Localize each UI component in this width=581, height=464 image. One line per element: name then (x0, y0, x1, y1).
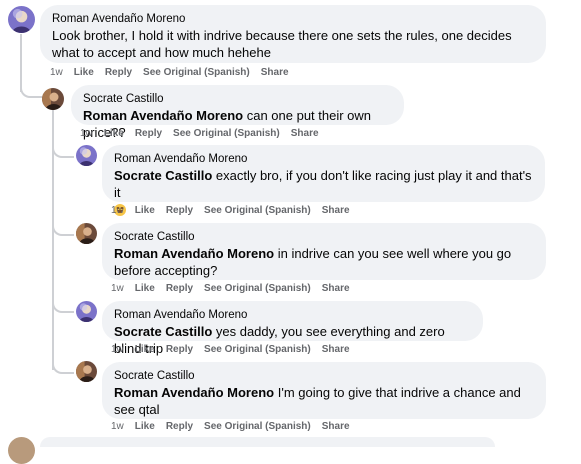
comment-author[interactable]: Socrate Castillo (114, 369, 534, 384)
mention-link[interactable]: Roman Avendaño Moreno (114, 385, 274, 400)
comment-text: Roman Avendaño Moreno I'm going to give … (114, 385, 521, 417)
comment-author[interactable]: Roman Avendaño Moreno (114, 152, 533, 167)
share-button[interactable]: Share (291, 128, 319, 139)
reply-button[interactable]: Reply (105, 67, 132, 78)
timestamp[interactable]: 1w (50, 67, 63, 78)
like-button[interactable]: Like (74, 67, 94, 78)
comment-text: Look brother, I hold it with indrive bec… (52, 28, 512, 60)
mention-link[interactable]: Socrate Castillo (114, 168, 212, 183)
see-original-link[interactable]: See Original (Spanish) (204, 205, 311, 216)
comment-bubble: Roman Avendaño Moreno Socrate Castillo y… (102, 301, 483, 356)
share-button[interactable]: Share (261, 67, 289, 78)
avatar-socrate[interactable] (76, 223, 97, 244)
avatar-roman[interactable] (8, 6, 35, 33)
reply-button[interactable]: Reply (166, 205, 193, 216)
thread-line-main (20, 34, 22, 92)
reply-button[interactable]: Reply (166, 421, 193, 432)
like-button[interactable]: Like (135, 344, 155, 355)
thread-line-main-curve (20, 86, 42, 98)
see-original-link[interactable]: See Original (Spanish) (204, 421, 311, 432)
reply-button[interactable]: Reply (166, 283, 193, 294)
like-button[interactable]: Like (135, 421, 155, 432)
avatar-socrate[interactable] (42, 88, 64, 110)
comment-author[interactable]: Roman Avendaño Moreno (114, 308, 471, 323)
reply-button[interactable]: Reply (135, 128, 162, 139)
comment-bubble: Socrate Castillo Roman Avendaño Moreno I… (102, 362, 546, 419)
like-button[interactable]: Like (135, 205, 155, 216)
comment-actions: 1w Like Reply See Original (Spanish) Share (111, 205, 361, 217)
avatar-socrate[interactable] (76, 361, 97, 382)
like-button[interactable]: Like (135, 283, 155, 294)
like-button[interactable]: Like (104, 128, 124, 139)
avatar-roman[interactable] (76, 145, 97, 166)
timestamp[interactable]: 1w (80, 128, 93, 139)
thread-line-reply-4 (52, 360, 74, 374)
comment-author[interactable]: Socrate Castillo (83, 92, 392, 107)
comment-actions: 1w Like Reply See Original (Spanish) Share (50, 67, 300, 79)
avatar-roman[interactable] (76, 301, 97, 322)
comment-bubble: Roman Avendaño Moreno Socrate Castillo e… (102, 145, 545, 216)
share-button[interactable]: Share (322, 205, 350, 216)
mention-link[interactable]: Socrate Castillo (114, 324, 212, 339)
see-original-link[interactable]: See Original (Spanish) (204, 283, 311, 294)
comment-actions: 1w Like Reply See Original (Spanish) Share (80, 128, 330, 140)
comment-bubble: Socrate Castillo Roman Avendaño Moreno c… (71, 85, 404, 140)
thread-line-reply-1 (52, 144, 74, 158)
comment-author[interactable]: Socrate Castillo (114, 230, 534, 245)
see-original-link[interactable]: See Original (Spanish) (173, 128, 280, 139)
thread-line-reply-2 (52, 222, 74, 236)
comment-bubble: Roman Avendaño Moreno Look brother, I ho… (40, 5, 546, 63)
mention-link[interactable]: Roman Avendaño Moreno (83, 108, 243, 123)
see-original-link[interactable]: See Original (Spanish) (143, 67, 250, 78)
share-button[interactable]: Share (322, 344, 350, 355)
timestamp[interactable]: 1w (111, 205, 124, 216)
reply-button[interactable]: Reply (166, 344, 193, 355)
share-button[interactable]: Share (322, 283, 350, 294)
timestamp[interactable]: 1w (111, 283, 124, 294)
avatar-partial[interactable] (8, 437, 35, 464)
mention-link[interactable]: Roman Avendaño Moreno (114, 246, 274, 261)
comment-actions: 1w Like Reply See Original (Spanish) Share (111, 344, 361, 356)
timestamp[interactable]: 1w (111, 344, 124, 355)
comment-bubble: Socrate Castillo Roman Avendaño Moreno i… (102, 223, 546, 280)
share-button[interactable]: Share (322, 421, 350, 432)
comment-author[interactable]: Roman Avendaño Moreno (52, 12, 534, 27)
comment-text: Roman Avendaño Moreno in indrive can you… (114, 246, 512, 278)
thread-line-reply-3 (52, 299, 74, 313)
see-original-link[interactable]: See Original (Spanish) (204, 344, 311, 355)
comment-bubble-partial (40, 437, 495, 447)
timestamp[interactable]: 1w (111, 421, 124, 432)
comment-actions: 1w Like Reply See Original (Spanish) Share (111, 283, 361, 295)
comment-actions: 1w Like Reply See Original (Spanish) Share (111, 421, 361, 433)
